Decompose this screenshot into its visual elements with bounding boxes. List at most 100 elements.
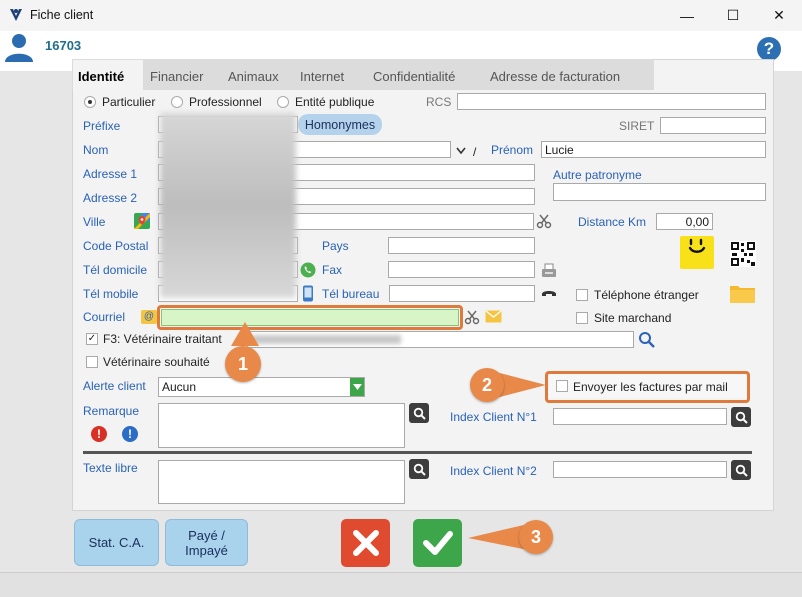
qrcode-icon[interactable]	[730, 241, 756, 267]
close-icon	[352, 530, 379, 556]
index2-input[interactable]	[553, 461, 727, 478]
label-professionnel: Professionnel	[189, 95, 262, 109]
fax-input[interactable]	[388, 261, 535, 278]
radio-particulier[interactable]	[84, 96, 96, 108]
scissors-icon[interactable]	[536, 213, 552, 229]
label-tel-domicile: Tél domicile	[83, 263, 148, 277]
tab-internet[interactable]: Internet	[300, 69, 344, 84]
tel-bureau-input[interactable]	[389, 285, 535, 302]
site-marchand-checkbox[interactable]	[576, 312, 588, 324]
texte-libre-search-button[interactable]	[409, 459, 429, 479]
help-icon[interactable]: ?	[757, 37, 781, 61]
label-vet-souhaite: Vétérinaire souhaité	[103, 355, 210, 369]
alerte-client-select[interactable]: Aucun	[158, 377, 365, 397]
office-phone-icon[interactable]	[541, 289, 557, 299]
index2-search-button[interactable]	[731, 460, 751, 480]
chevron-down-icon[interactable]	[456, 147, 466, 155]
cancel-button[interactable]	[341, 519, 390, 567]
remarque-search-button[interactable]	[409, 403, 429, 423]
siret-input[interactable]	[660, 117, 766, 134]
radio-professionnel[interactable]	[171, 96, 183, 108]
label-adresse1: Adresse 1	[83, 167, 138, 181]
pagesjaunes-icon[interactable]	[680, 236, 714, 269]
rcs-input[interactable]	[457, 93, 766, 110]
client-number: 16703	[45, 38, 82, 53]
radio-entite-publique[interactable]	[277, 96, 289, 108]
validate-button[interactable]	[413, 519, 462, 567]
close-window-button[interactable]: ✕	[756, 0, 802, 31]
label-siret: SIRET	[619, 119, 655, 133]
label-autre-patronyme: Autre patronyme	[553, 168, 642, 182]
vet-traitant-input[interactable]	[247, 331, 634, 348]
vet-traitant-checkbox[interactable]: ✓	[86, 333, 98, 345]
label-index2: Index Client N°2	[450, 464, 537, 478]
mobile-phone-icon[interactable]	[302, 285, 314, 302]
whatsapp-icon[interactable]	[300, 262, 316, 278]
checkmark-icon	[422, 531, 453, 555]
tab-financier[interactable]: Financier	[150, 69, 203, 84]
homonymes-button[interactable]: Homonymes	[298, 114, 382, 135]
pays-input[interactable]	[388, 237, 535, 254]
label-telephone-etranger: Téléphone étranger	[594, 288, 699, 302]
texte-libre-textarea[interactable]	[158, 460, 405, 504]
label-particulier: Particulier	[102, 95, 156, 109]
label-adresse2: Adresse 2	[83, 191, 138, 205]
redacted-area	[160, 113, 296, 298]
user-avatar-icon	[5, 34, 33, 62]
search-icon[interactable]	[638, 331, 656, 349]
label-fax: Fax	[322, 263, 343, 277]
stat-ca-button[interactable]: Stat. C.A.	[74, 519, 159, 566]
name-separator: /	[473, 145, 477, 159]
maps-icon[interactable]	[134, 213, 150, 229]
label-prenom: Prénom	[491, 143, 534, 157]
email-at-icon[interactable]: @	[141, 310, 157, 324]
tab-identite[interactable]: Identité	[78, 69, 124, 84]
status-bar	[0, 572, 802, 597]
callout-1: 1	[225, 346, 261, 382]
label-ville: Ville	[83, 215, 106, 229]
label-pays: Pays	[322, 239, 349, 253]
label-prefixe: Préfixe	[83, 119, 121, 133]
label-distance-km: Distance Km	[578, 215, 647, 229]
alert-blue-icon[interactable]: !	[122, 426, 138, 442]
autre-patronyme-input[interactable]	[553, 183, 766, 201]
tab-adresse-facturation[interactable]: Adresse de facturation	[490, 69, 620, 84]
callout-1-pointer	[231, 322, 259, 346]
label-site-marchand: Site marchand	[594, 311, 672, 325]
alert-red-icon[interactable]: !	[91, 426, 107, 442]
distance-input[interactable]: 0,00	[656, 213, 713, 230]
fax-machine-icon[interactable]	[541, 263, 557, 279]
index1-input[interactable]	[553, 408, 727, 425]
remarque-textarea[interactable]	[158, 403, 405, 448]
paye-impaye-button[interactable]: Payé / Impayé	[165, 519, 248, 566]
highlight-courriel	[157, 305, 463, 330]
tab-confidentialite[interactable]: Confidentialité	[373, 69, 455, 84]
folder-icon[interactable]	[730, 283, 755, 303]
dropdown-arrow-icon[interactable]	[350, 378, 364, 396]
callout-2: 2	[470, 368, 504, 402]
label-courriel: Courriel	[83, 310, 126, 324]
envelope-icon[interactable]	[485, 310, 502, 323]
label-tel-bureau: Tél bureau	[322, 287, 380, 301]
window-title: Fiche client	[30, 8, 94, 22]
label-texte-libre: Texte libre	[83, 461, 138, 475]
prenom-input[interactable]: Lucie	[541, 141, 766, 158]
maximize-button[interactable]: ☐	[710, 0, 756, 31]
vet-souhaite-checkbox[interactable]	[86, 356, 98, 368]
label-tel-mobile: Tél mobile	[83, 287, 139, 301]
index1-search-button[interactable]	[731, 407, 751, 427]
label-entite-publique: Entité publique	[295, 95, 375, 109]
telephone-etranger-checkbox[interactable]	[576, 289, 588, 301]
label-index1: Index Client N°1	[450, 410, 537, 424]
label-code-postal: Code Postal	[83, 239, 149, 253]
label-alerte-client: Alerte client	[83, 379, 146, 393]
tab-animaux[interactable]: Animaux	[228, 69, 279, 84]
label-rcs: RCS	[426, 95, 452, 109]
label-vet-traitant: F3: Vétérinaire traitant	[103, 332, 222, 346]
scissors-icon[interactable]	[464, 309, 480, 325]
label-remarque: Remarque	[83, 404, 140, 418]
minimize-button[interactable]: —	[664, 0, 710, 31]
highlight-envoyer-factures	[545, 371, 750, 403]
callout-3: 3	[519, 520, 553, 554]
app-logo-icon	[10, 9, 22, 21]
